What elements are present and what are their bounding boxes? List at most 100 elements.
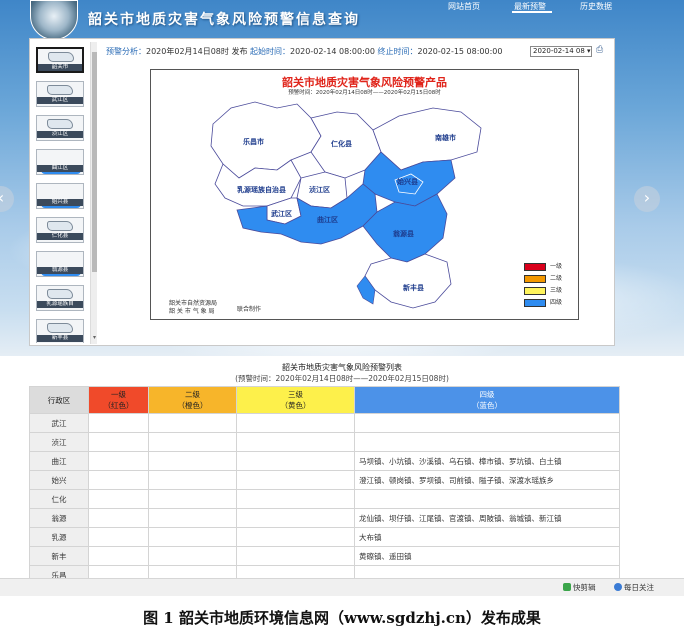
cell-level-1 <box>88 527 149 547</box>
cell-level-1 <box>88 489 149 509</box>
date-select[interactable]: 2020-02-14 08 ▾ <box>530 46 592 57</box>
cell-level-2 <box>148 508 237 528</box>
site-logo[interactable] <box>30 0 78 40</box>
thumbnail-map-shape <box>47 119 73 129</box>
table-row: 曲江 马坝镇、小坑镇、沙溪镇、乌石镇、樟市镇、罗坑镇、白土镇 <box>29 451 620 471</box>
scrollbar-thumb[interactable] <box>92 52 97 272</box>
site-header: 韶关市地质灾害气象风险预警信息查询 网站首页 最新预警 历史数据 <box>0 0 684 40</box>
thumbnail-qujiang[interactable]: 曲江区 <box>36 149 84 175</box>
row-area: 始兴 <box>29 470 89 490</box>
legend-row: 四级 <box>524 298 578 309</box>
print-icon[interactable]: ⎙ <box>596 45 606 56</box>
thumbnail-shaoguan[interactable]: 韶关市 <box>36 47 84 73</box>
header-level-3: 三级 （黄色） <box>236 386 355 414</box>
browser-page: 韶关市地质灾害气象风险预警信息查询 网站首页 最新预警 历史数据 ‹ › 韶关市… <box>0 0 684 596</box>
cell-level-4: 马坝镇、小坑镇、沙溪镇、乌石镇、樟市镇、罗坑镇、白土镇 <box>354 451 620 471</box>
start-time-key: 起始时间： <box>250 47 290 56</box>
table-row: 翁源 龙仙镇、坝仔镇、江尾镇、官渡镇、周陂镇、翁城镇、新江镇 <box>29 508 620 528</box>
cell-level-3 <box>236 413 355 433</box>
cell-level-2 <box>148 470 237 490</box>
header-level-1-label: 一级 <box>111 390 126 399</box>
quick-clip-label: 快剪辑 <box>573 583 596 592</box>
cell-level-4: 黄磜镇、遥田镇 <box>354 546 620 566</box>
cell-level-4 <box>354 413 620 433</box>
cell-level-1 <box>88 470 149 490</box>
county-map: 乐昌市 仁化县 南雄市 乳源瑶族自治县 浈江区 始兴县 武江区 曲江区 翁源县 … <box>210 101 482 309</box>
legend-label: 一级 <box>550 263 563 270</box>
cell-level-2 <box>148 451 237 471</box>
end-time-value: 2020-02-15 08:00:00 <box>417 47 503 56</box>
legend-swatch <box>524 275 546 283</box>
cell-level-3 <box>236 451 355 471</box>
nav-history-link[interactable]: 历史数据 <box>580 1 612 12</box>
row-area: 新丰 <box>29 546 89 566</box>
thumbnail-label: 曲江区 <box>37 165 83 172</box>
header-area: 行政区 <box>29 386 89 414</box>
cell-level-4: 大布镇 <box>354 527 620 547</box>
thumbnail-label: 韶关市 <box>38 64 82 71</box>
nav-active-indicator <box>512 11 552 13</box>
thumbnail-shixing[interactable]: 始兴县 <box>36 183 84 209</box>
label-renhua: 仁化县 <box>331 139 352 148</box>
cell-level-4: 澄江镇、顿岗镇、罗坝镇、司前镇、隘子镇、深渡水瑶族乡 <box>354 470 620 490</box>
label-zhenjiang: 浈江区 <box>309 185 330 194</box>
cell-level-1 <box>88 451 149 471</box>
product-credit: 韶关市自然资源局 韶 关 市 气 象 局 <box>169 300 217 316</box>
label-lechang: 乐昌市 <box>243 137 264 146</box>
legend-row: 二级 <box>524 274 578 285</box>
header-level-3-color: （黄色） <box>280 401 311 410</box>
legend-label: 四级 <box>550 299 563 306</box>
carousel-next-icon[interactable]: › <box>634 186 660 212</box>
credit-line-1: 韶关市自然资源局 <box>169 300 218 307</box>
daily-focus-button[interactable]: 每日关注 <box>614 582 654 593</box>
site-title: 韶关市地质灾害气象风险预警信息查询 <box>88 12 360 28</box>
list-time: (预警时间：2020年02月14日08时——2020年02月15日08时) <box>235 374 449 383</box>
legend-label: 三级 <box>550 287 563 294</box>
cell-level-1 <box>88 432 149 452</box>
table-row: 武江 <box>29 413 620 433</box>
cell-level-2 <box>148 489 237 509</box>
label-shixing: 始兴县 <box>396 177 418 186</box>
table-row: 新丰 黄磜镇、遥田镇 <box>29 546 620 566</box>
list-title: 韶关市地质灾害气象风险预警列表 <box>282 363 402 372</box>
cell-level-1 <box>88 413 149 433</box>
start-time-value: 2020-02-14 08:00:00 <box>290 47 375 56</box>
cell-level-2 <box>148 432 237 452</box>
thumbnail-map-shape <box>47 289 73 299</box>
analysis-key: 预警分析： <box>106 47 146 56</box>
nav-home-link[interactable]: 网站首页 <box>448 1 480 12</box>
thumbnail-wujiang[interactable]: 武江区 <box>36 81 84 107</box>
thumbnail-scrollbar[interactable]: ▾ <box>90 42 97 344</box>
thumbnail-renhua[interactable]: 仁化县 <box>36 217 84 243</box>
cell-level-3 <box>236 546 355 566</box>
thumbnail-ruyuan[interactable]: 乳源瑶族自 <box>36 285 84 311</box>
label-qujiang: 曲江区 <box>317 215 338 224</box>
legend-label: 二级 <box>550 275 563 282</box>
row-area: 浈江 <box>29 432 89 452</box>
table-row: 仁化 <box>29 489 620 509</box>
cell-level-4 <box>354 432 620 452</box>
cell-level-1 <box>88 546 149 566</box>
figure-caption: 图 1 韶关市地质环境信息网（www.sgdzhj.cn）发布成果 <box>143 609 541 627</box>
county-thumbnail-list: 韶关市 武江区 浈江区 曲江区 始兴县 仁化县 翁源县 乳源瑶族自 新丰县 <box>33 43 93 343</box>
thumbnail-label: 始兴县 <box>37 199 83 206</box>
table-row: 乳源 大布镇 <box>29 527 620 547</box>
header-level-2-label: 二级 <box>185 390 200 399</box>
table-row: 浈江 <box>29 432 620 452</box>
thumbnail-wengyuan[interactable]: 翁源县 <box>36 251 84 277</box>
header-level-1-color: （红色） <box>103 401 134 410</box>
credit-line-2: 韶 关 市 气 象 局 <box>169 308 215 315</box>
thumbnail-zhenjiang[interactable]: 浈江区 <box>36 115 84 141</box>
header-level-2-color: （橙色） <box>177 401 208 410</box>
legend-swatch <box>524 263 546 271</box>
cell-level-2 <box>148 546 237 566</box>
cell-level-3 <box>236 470 355 490</box>
header-level-4-label: 四级 <box>479 390 495 399</box>
cell-level-1 <box>88 508 149 528</box>
globe-icon <box>614 583 622 591</box>
thumbnail-map-shape <box>47 221 73 231</box>
thumbnail-xinfeng[interactable]: 新丰县 <box>36 319 84 343</box>
scroll-down-icon[interactable]: ▾ <box>91 334 98 342</box>
row-area: 仁化 <box>29 489 89 509</box>
quick-clip-button[interactable]: 快剪辑 <box>563 582 596 593</box>
